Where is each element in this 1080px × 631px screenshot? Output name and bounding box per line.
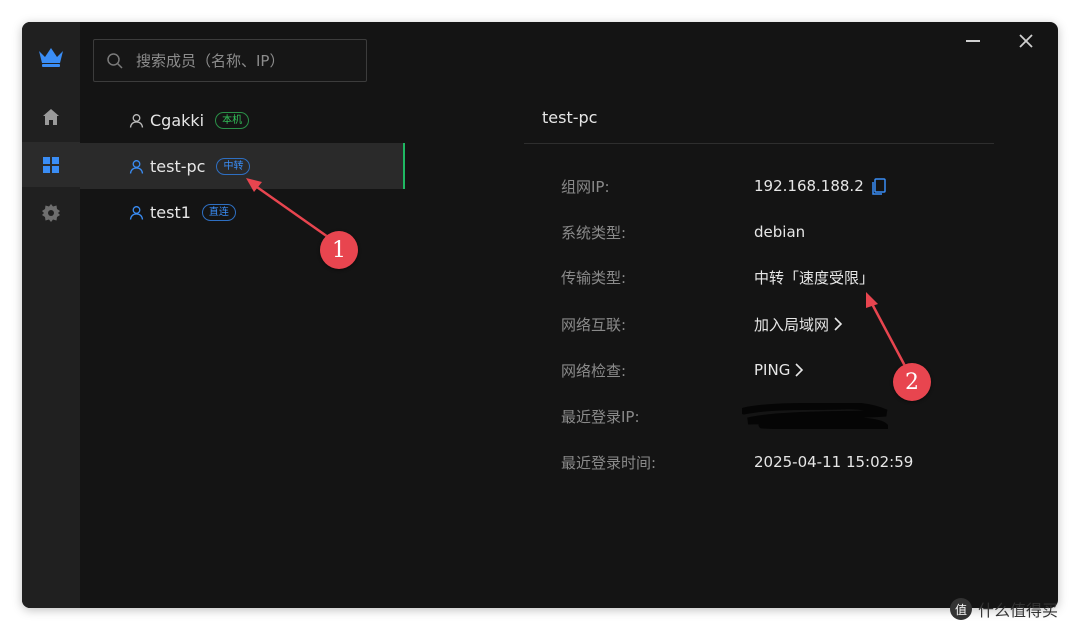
detail-row-os: 系统类型: debian (561, 220, 981, 244)
grid-icon (43, 156, 59, 173)
detail-label: 网络互联: (561, 315, 627, 334)
member-list: Cgakki 本机 test-pc 中转 test1 直连 (80, 97, 405, 235)
detail-value: PING (754, 361, 791, 379)
redaction-scribble (742, 403, 888, 429)
user-icon (129, 113, 144, 128)
member-status-badge: 本机 (215, 111, 250, 129)
detail-label: 网络检查: (561, 361, 627, 380)
detail-label: 最近登录时间: (561, 453, 657, 472)
detail-row-last-login: 最近登录时间: 2025-04-11 15:02:59 (561, 450, 981, 474)
annotation-marker-1: 1 (320, 231, 358, 269)
detail-label: 系统类型: (561, 223, 627, 242)
watermark-logo: 值 (950, 598, 972, 620)
member-status-badge: 直连 (201, 203, 236, 221)
member-status-badge: 中转 (216, 157, 251, 175)
detail-title: test-pc (542, 108, 598, 127)
member-search[interactable] (93, 39, 367, 82)
chevron-right-icon (795, 363, 804, 377)
rail-members-button[interactable] (22, 142, 80, 187)
detail-row-transport: 传输类型: 中转「速度受限」 (561, 265, 981, 289)
detail-divider (524, 143, 994, 144)
user-icon (129, 205, 144, 220)
detail-label: 传输类型: (561, 268, 627, 287)
detail-value: 2025-04-11 15:02:59 (754, 453, 914, 471)
crown-icon (39, 48, 63, 67)
rail-home-button[interactable] (22, 94, 80, 139)
detail-label: 最近登录IP: (561, 407, 640, 426)
left-rail (22, 22, 80, 608)
user-icon (129, 159, 144, 174)
rail-settings-button[interactable] (22, 190, 80, 235)
detail-value: 中转「速度受限」 (754, 268, 875, 287)
detail-value: 加入局域网 (754, 315, 830, 334)
detail-value: 192.168.188.2 (754, 177, 864, 195)
detail-value: debian (754, 223, 806, 241)
chevron-right-icon (834, 317, 843, 331)
detail-row-interconnect: 网络互联: 加入局域网 (561, 312, 981, 336)
home-icon (43, 108, 59, 125)
app-window: Cgakki 本机 test-pc 中转 test1 直连 test-pc 组网… (22, 22, 1058, 608)
search-input[interactable] (134, 50, 358, 71)
member-item-cgakki[interactable]: Cgakki 本机 (80, 97, 405, 143)
search-icon (107, 52, 123, 69)
member-name: test-pc (150, 156, 206, 176)
detail-label: 组网IP: (561, 177, 610, 196)
watermark: 值 什么值得买 (950, 596, 1058, 622)
member-name: test1 (150, 202, 191, 222)
member-item-test1[interactable]: test1 直连 (80, 189, 405, 235)
copy-icon[interactable] (870, 177, 888, 195)
join-lan-link[interactable]: 加入局域网 (754, 314, 843, 335)
member-name: Cgakki (150, 110, 205, 130)
minimize-icon[interactable] (960, 28, 986, 54)
annotation-marker-2: 2 (893, 363, 931, 401)
ping-link[interactable]: PING (754, 361, 804, 379)
detail-row-ip: 组网IP: 192.168.188.2 (561, 174, 981, 198)
watermark-text: 什么值得买 (978, 601, 1059, 620)
close-icon[interactable] (1013, 28, 1039, 54)
gear-icon (42, 203, 60, 222)
member-item-test-pc[interactable]: test-pc 中转 (80, 143, 405, 189)
